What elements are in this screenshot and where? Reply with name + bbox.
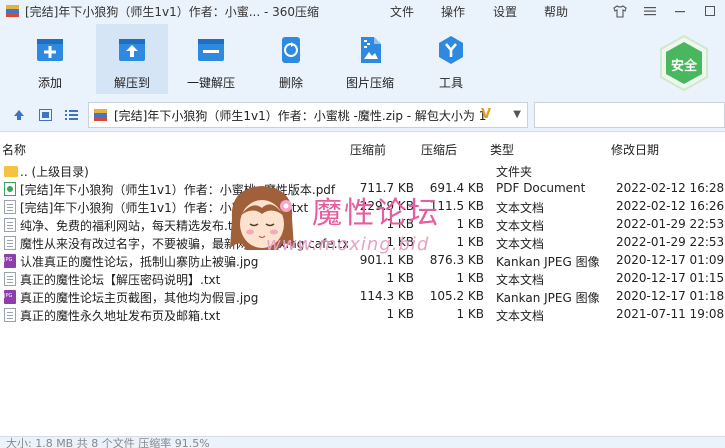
- table-row[interactable]: .. (上级目录) 文件夹: [0, 162, 725, 180]
- col-compressed[interactable]: 压缩后: [421, 141, 457, 158]
- pdf-file-icon: [4, 182, 16, 196]
- table-row[interactable]: [完结]年下小狼狗（师生1v1）作者：小蜜桃 -魔性版本.pdf 711.7 K…: [0, 180, 725, 198]
- list-view-icon[interactable]: [63, 107, 79, 123]
- safe-label: 安全: [670, 59, 697, 74]
- thumbnail-view-icon[interactable]: [37, 107, 53, 123]
- menu-settings[interactable]: 设置: [493, 0, 517, 22]
- column-header: 名称 压缩前 压缩后 类型 修改日期: [0, 140, 725, 158]
- table-row[interactable]: 纯净、免费的福利网站，每天精选发布.txt 1 KB 1 KB 文本文档 202…: [0, 216, 725, 234]
- safe-badge[interactable]: 安全: [654, 32, 714, 96]
- image-compress-icon: [354, 34, 386, 66]
- app-logo-icon: [6, 4, 20, 18]
- vip-icon[interactable]: V: [481, 107, 491, 122]
- delete-button[interactable]: 删除: [255, 24, 327, 94]
- search-input[interactable]: [534, 102, 725, 128]
- recycle-icon: [275, 34, 307, 66]
- text-file-icon: [4, 236, 16, 250]
- minimize-icon[interactable]: [665, 0, 695, 22]
- path-bar: [完结]年下小狼狗（师生1v1）作者：小蜜桃 -魔性.zip - 解包大小为 1…: [0, 98, 725, 132]
- text-file-icon: [4, 308, 16, 322]
- path-text: [完结]年下小狼狗（师生1v1）作者：小蜜桃 -魔性.zip - 解包大小为 1: [114, 108, 487, 123]
- one-click-extract-label: 一键解压: [186, 76, 235, 90]
- extract-to-icon: [116, 34, 148, 66]
- tools-button[interactable]: 工具: [415, 24, 487, 94]
- add-icon: [34, 34, 66, 66]
- table-row[interactable]: 认准真正的魔性论坛，抵制山寨防止被骗.jpg 901.1 KB 876.3 KB…: [0, 252, 725, 270]
- col-type[interactable]: 类型: [490, 141, 514, 158]
- text-file-icon: [4, 200, 16, 214]
- jpg-file-icon: [4, 254, 16, 268]
- path-input[interactable]: [完结]年下小狼狗（师生1v1）作者：小蜜桃 -魔性.zip - 解包大小为 1…: [88, 102, 528, 128]
- menu-help[interactable]: 帮助: [544, 0, 568, 22]
- menu-operate[interactable]: 操作: [441, 0, 465, 22]
- text-file-icon: [4, 272, 16, 286]
- table-row[interactable]: [完结]年下小狼狗（师生1v1）作者：小蜜桃 -魔性.txt 229.9 KB …: [0, 198, 725, 216]
- col-modified[interactable]: 修改日期: [611, 141, 659, 158]
- one-click-extract-icon: [195, 34, 227, 66]
- extract-to-label: 解压到: [113, 76, 150, 90]
- path-dropdown-icon[interactable]: ▼: [513, 109, 521, 120]
- menu-icon[interactable]: [635, 0, 665, 22]
- skin-icon[interactable]: [605, 0, 635, 22]
- add-label: 添加: [37, 76, 62, 90]
- table-row[interactable]: 真正的魔性论坛主页截图，其他均为假冒.jpg 114.3 KB 105.2 KB…: [0, 288, 725, 306]
- extract-to-button[interactable]: 解压到: [96, 24, 168, 94]
- col-size[interactable]: 压缩前: [350, 141, 386, 158]
- file-list: .. (上级目录) 文件夹 [完结]年下小狼狗（师生1v1）作者：小蜜桃 -魔性…: [0, 162, 725, 324]
- col-name[interactable]: 名称: [2, 141, 26, 158]
- folder-icon: [4, 166, 18, 177]
- jpg-file-icon: [4, 290, 16, 304]
- status-text: 大小: 1.8 MB 共 8 个文件 压缩率 91.5%: [6, 437, 210, 448]
- add-button[interactable]: 添加: [14, 24, 86, 94]
- menu-file[interactable]: 文件: [390, 0, 414, 22]
- zip-file-icon: [94, 108, 108, 122]
- up-arrow-icon[interactable]: [11, 107, 27, 123]
- image-compress-button[interactable]: 图片压缩: [334, 24, 406, 94]
- text-file-icon: [4, 218, 16, 232]
- window-title: [完结]年下小狼狗（师生1v1）作者：小蜜... - 360压缩: [25, 4, 320, 19]
- delete-label: 删除: [278, 76, 303, 90]
- table-row[interactable]: 魔性从来没有改过名字，不要被骗，最新网址moxing.cafe.txt 1 KB…: [0, 234, 725, 252]
- status-bar: 大小: 1.8 MB 共 8 个文件 压缩率 91.5%: [0, 436, 725, 448]
- tools-label: 工具: [438, 76, 463, 90]
- one-click-extract-button[interactable]: 一键解压: [175, 24, 247, 94]
- maximize-icon[interactable]: [695, 0, 725, 22]
- tools-icon: [435, 34, 467, 66]
- table-row[interactable]: 真正的魔性永久地址发布页及邮箱.txt 1 KB 1 KB 文本文档 2021-…: [0, 306, 725, 324]
- toolbar: 添加 解压到 一键解压 删除 图片压缩 工具 安全: [0, 22, 725, 98]
- table-row[interactable]: 真正的魔性论坛【解压密码说明】.txt 1 KB 1 KB 文本文档 2020-…: [0, 270, 725, 288]
- image-compress-label: 图片压缩: [345, 76, 394, 90]
- window-controls: [605, 0, 725, 22]
